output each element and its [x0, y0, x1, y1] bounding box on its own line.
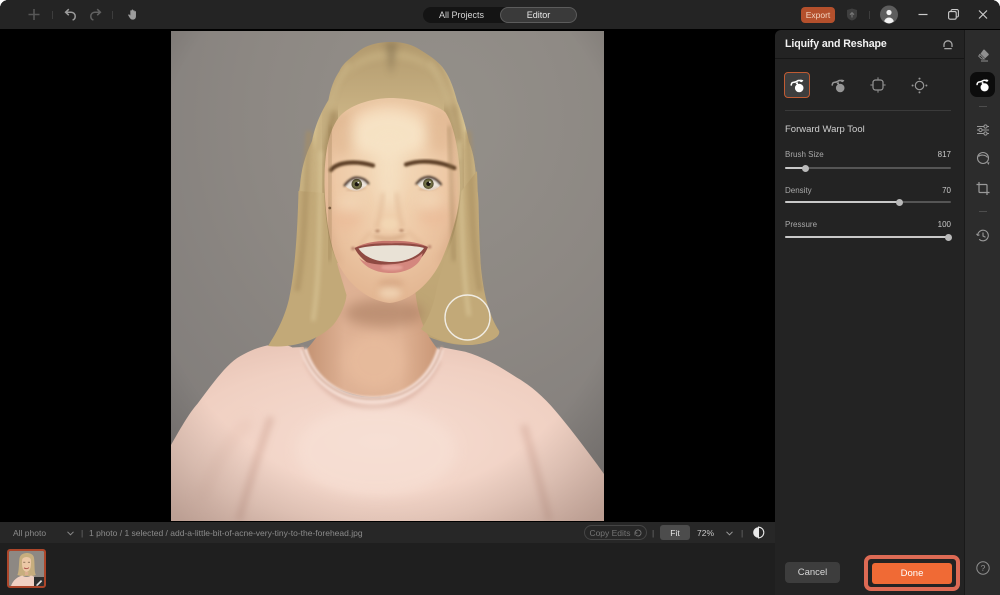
svg-text:?: ?: [981, 563, 986, 573]
